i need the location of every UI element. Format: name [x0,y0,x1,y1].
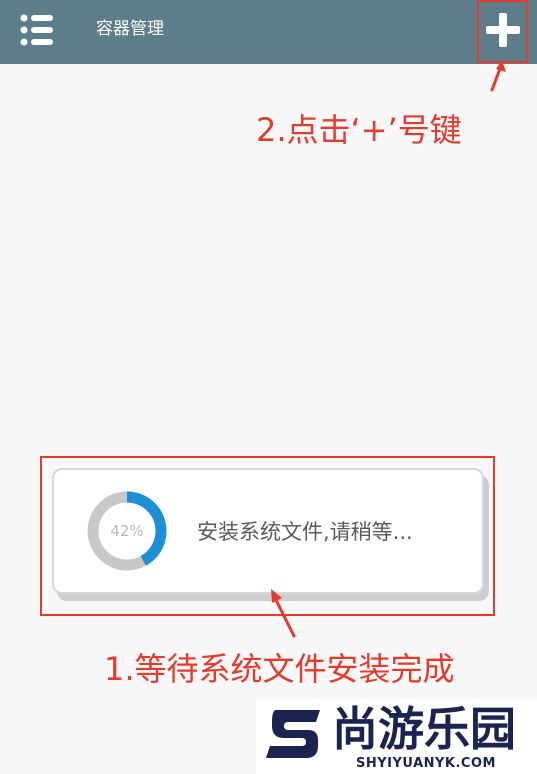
watermark-logo-icon [262,704,326,762]
watermark-domain: SHYIYUANYK.COM [356,756,496,771]
page-title: 容器管理 [96,19,164,39]
progress-percent: 42% [110,522,144,540]
app-bar: 容器管理 [0,0,537,64]
step1-arrow [271,589,296,638]
step2-annotation: 2.点击‘+’号键 [256,111,462,149]
menu-button[interactable] [14,10,58,50]
watermark-brand: 尚游乐园 [332,702,516,756]
dialog-message: 安装系统文件,请稍等... [197,520,413,544]
site-watermark: 尚游乐园 SHYIYUANYK.COM [256,700,537,774]
install-progress-dialog: 42% 安装系统文件,请稍等... [52,468,484,594]
step2-arrow [490,60,506,92]
step1-annotation: 1.等待系统文件安装完成 [104,650,455,688]
list-menu-icon [20,14,53,46]
add-button-highlight [477,0,528,63]
